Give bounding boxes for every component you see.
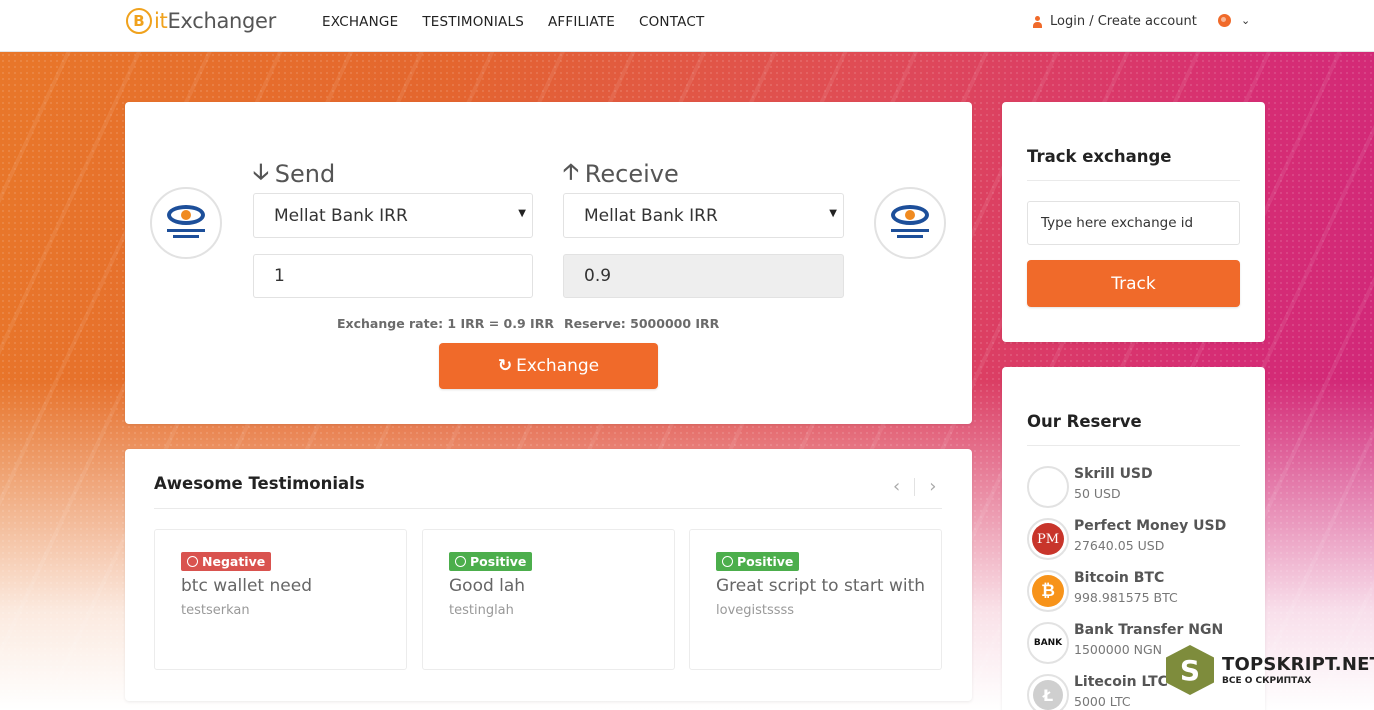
smile-face-icon bbox=[722, 556, 733, 567]
divider bbox=[154, 508, 942, 509]
exchange-id-input[interactable]: Type here exchange id bbox=[1027, 201, 1240, 245]
reserve-text: Reserve: 5000000 IRR bbox=[564, 316, 720, 331]
caret-down-icon: ▼ bbox=[518, 208, 526, 219]
top-header: B itExchanger EXCHANGE TESTIMONIALS AFFI… bbox=[0, 0, 1374, 52]
bank-transfer-icon: BANK bbox=[1027, 622, 1069, 664]
bank-eye-icon bbox=[167, 205, 205, 225]
testimonials-card: Awesome Testimonials ‹ › Negative btc wa… bbox=[125, 449, 972, 701]
nav-contact[interactable]: CONTACT bbox=[639, 14, 704, 30]
divider bbox=[1027, 180, 1240, 181]
reserve-item: Ł Litecoin LTC 5000 LTC bbox=[1027, 674, 1168, 710]
track-exchange-card: Track exchange Type here exchange id Tra… bbox=[1002, 102, 1265, 342]
watermark-logo-icon: S bbox=[1166, 645, 1214, 695]
globe-icon bbox=[1218, 14, 1231, 27]
reserve-item: Skrill USD 50 USD bbox=[1027, 466, 1153, 508]
arrow-up-icon: 🡡 bbox=[563, 160, 579, 185]
skrill-icon bbox=[1027, 466, 1069, 508]
logo-text: itExchanger bbox=[154, 9, 277, 33]
positive-badge: Positive bbox=[716, 552, 800, 571]
track-button[interactable]: Track bbox=[1027, 260, 1240, 307]
perfect-money-icon: PM bbox=[1027, 518, 1069, 560]
caret-down-icon: ▼ bbox=[829, 208, 837, 219]
arrow-down-icon: 🡣 bbox=[253, 160, 269, 185]
testimonial-message: Good lah bbox=[449, 576, 526, 596]
exchange-form-card: 🡣 Send Mellat Bank IRR ▼ 1 Exchange rate… bbox=[125, 102, 972, 424]
testimonial-message: Great script to start with bbox=[716, 576, 926, 596]
watermark: S TOPSKRIPT.NET ВСЕ О СКРИПТАХ bbox=[1166, 645, 1374, 695]
smile-face-icon bbox=[455, 556, 466, 567]
exchange-rate-text: Exchange rate: 1 IRR = 0.9 IRR bbox=[337, 316, 554, 331]
bitcoin-icon: ₿ bbox=[1027, 570, 1069, 612]
language-selector[interactable]: ⌄ bbox=[1218, 14, 1250, 27]
reserve-item: ₿ Bitcoin BTC 998.981575 BTC bbox=[1027, 570, 1178, 612]
bitcoin-coin-icon: B bbox=[126, 8, 152, 34]
chevron-down-icon: ⌄ bbox=[1241, 14, 1251, 27]
login-label: Login / Create account bbox=[1050, 14, 1197, 29]
reserve-title: Our Reserve bbox=[1027, 412, 1142, 431]
testimonial-author: testinglah bbox=[449, 603, 514, 618]
testimonial-author: testserkan bbox=[181, 603, 250, 618]
testimonial-item: Positive Good lah testinglah bbox=[422, 529, 675, 670]
bank-eye-icon bbox=[891, 205, 929, 225]
refresh-icon: ↻ bbox=[497, 356, 513, 376]
chevron-left-icon[interactable]: ‹ bbox=[893, 476, 900, 497]
receive-method-select[interactable]: Mellat Bank IRR ▼ bbox=[563, 193, 844, 238]
testimonial-item: Negative btc wallet need testserkan bbox=[154, 529, 407, 670]
testimonial-message: btc wallet need bbox=[181, 576, 312, 596]
login-link[interactable]: Login / Create account bbox=[1032, 14, 1197, 29]
receive-bank-logo bbox=[874, 187, 946, 259]
send-method-select[interactable]: Mellat Bank IRR ▼ bbox=[253, 193, 533, 238]
divider bbox=[1027, 445, 1240, 446]
carousel-nav: ‹ › bbox=[893, 476, 936, 497]
nav-affiliate[interactable]: AFFILIATE bbox=[548, 14, 615, 30]
main-nav: EXCHANGE TESTIMONIALS AFFILIATE CONTACT bbox=[322, 14, 704, 30]
exchange-button[interactable]: ↻ Exchange bbox=[439, 343, 658, 389]
reserve-item: PM Perfect Money USD 27640.05 USD bbox=[1027, 518, 1226, 560]
testimonial-author: lovegistssss bbox=[716, 603, 795, 618]
receive-title: 🡡 Receive bbox=[563, 155, 679, 193]
send-title: 🡣 Send bbox=[253, 155, 335, 193]
nav-exchange[interactable]: EXCHANGE bbox=[322, 14, 398, 30]
chevron-right-icon[interactable]: › bbox=[929, 476, 936, 497]
nav-testimonials[interactable]: TESTIMONIALS bbox=[422, 14, 524, 30]
send-bank-logo bbox=[150, 187, 222, 259]
negative-badge: Negative bbox=[181, 552, 272, 571]
site-logo[interactable]: B itExchanger bbox=[126, 8, 276, 34]
testimonials-title: Awesome Testimonials bbox=[154, 474, 365, 493]
testimonial-item: Positive Great script to start with love… bbox=[689, 529, 942, 670]
send-amount-input[interactable]: 1 bbox=[253, 254, 533, 298]
positive-badge: Positive bbox=[449, 552, 533, 571]
litecoin-icon: Ł bbox=[1027, 674, 1069, 710]
sad-face-icon bbox=[187, 556, 198, 567]
track-title: Track exchange bbox=[1027, 147, 1172, 166]
receive-amount-field: 0.9 bbox=[563, 254, 844, 298]
user-icon bbox=[1032, 15, 1043, 28]
